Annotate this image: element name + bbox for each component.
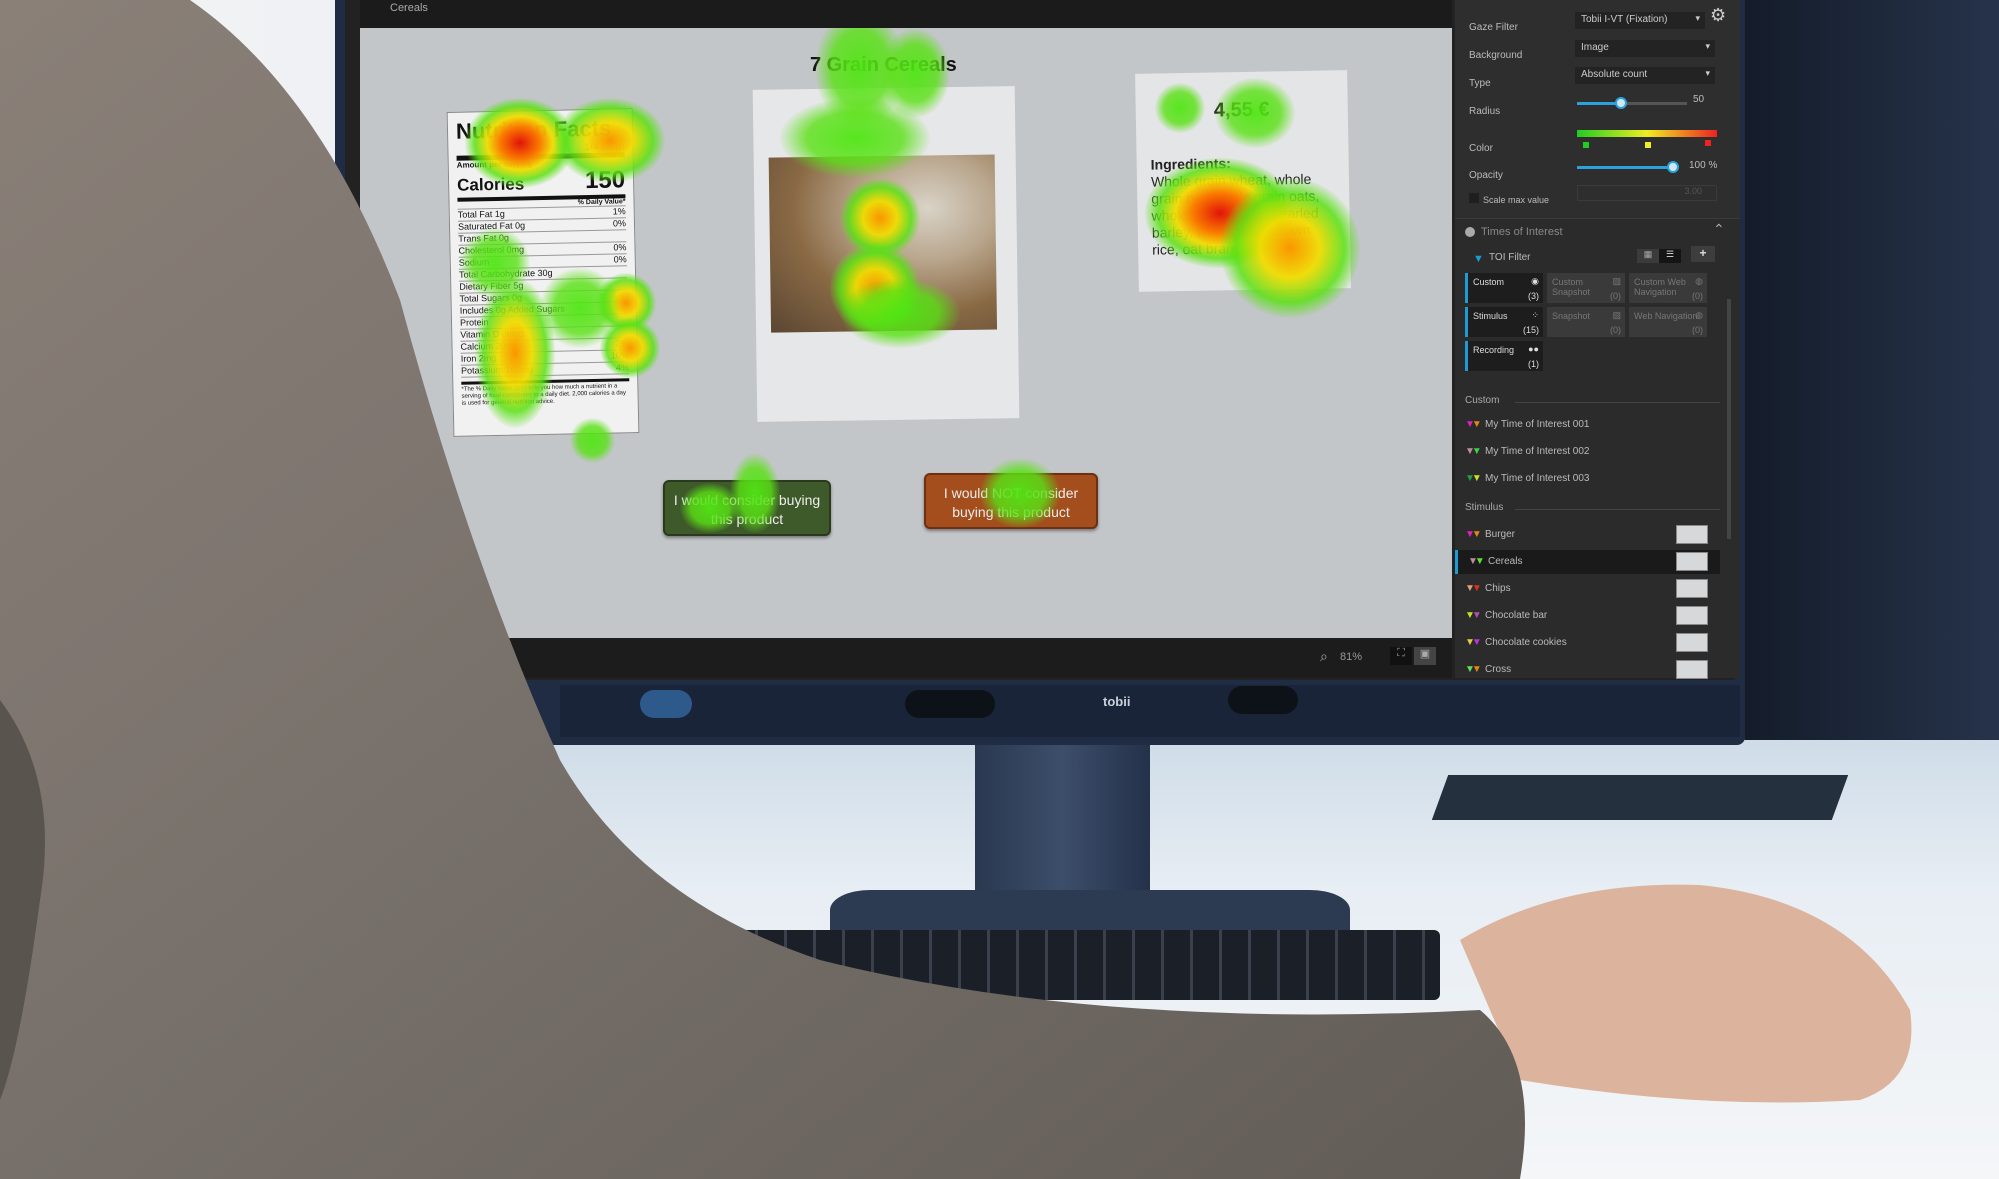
sweater-sleeve bbox=[0, 0, 1525, 1179]
person-arm bbox=[0, 0, 1912, 1179]
hand-right bbox=[1460, 884, 1912, 1103]
